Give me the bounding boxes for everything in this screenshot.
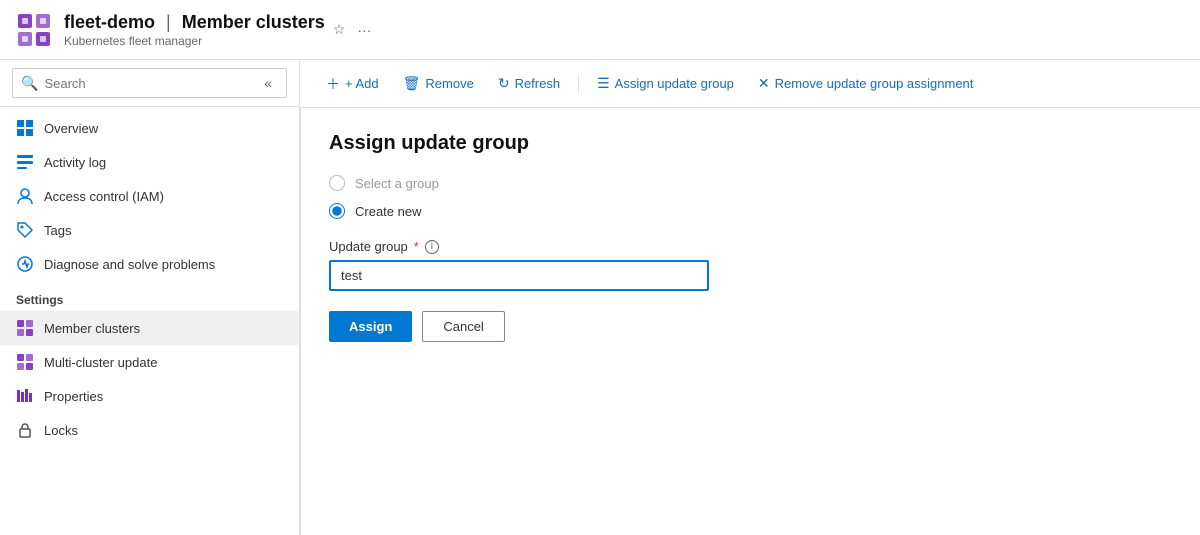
refresh-button[interactable]: ↻ Refresh: [488, 70, 570, 97]
header-subtitle: Kubernetes fleet manager: [64, 34, 325, 48]
sidebar: 🔍 « Overview Activity log: [0, 60, 300, 535]
favorite-icon[interactable]: ☆: [333, 21, 346, 38]
refresh-icon: ↻: [498, 75, 510, 92]
remove-assignment-icon: ✕: [758, 75, 770, 92]
sidebar-item-label-member-clusters: Member clusters: [44, 321, 140, 336]
cancel-button[interactable]: Cancel: [422, 311, 504, 342]
assign-update-icon: ☰: [597, 75, 610, 92]
create-new-radio[interactable]: [329, 203, 345, 219]
more-icon[interactable]: ···: [357, 22, 371, 38]
required-indicator: *: [414, 239, 419, 254]
sidebar-item-label-access-control: Access control (IAM): [44, 189, 164, 204]
update-group-field: Update group * i: [329, 239, 1172, 291]
sidebar-item-label-activity-log: Activity log: [44, 155, 106, 170]
sidebar-item-activity-log[interactable]: Activity log: [0, 145, 299, 179]
diagnose-icon: [16, 255, 34, 273]
create-new-label: Create new: [355, 204, 421, 219]
refresh-label: Refresh: [515, 76, 561, 91]
sidebar-nav: Overview Activity log Access control (IA…: [0, 107, 299, 451]
remove-label: Remove: [425, 76, 473, 91]
assign-update-group-button[interactable]: ☰ Assign update group: [587, 70, 744, 97]
sidebar-search-area: 🔍 «: [0, 60, 299, 107]
sidebar-item-member-clusters[interactable]: Member clusters: [0, 311, 299, 345]
remove-button[interactable]: 🗑 Remove: [393, 70, 484, 97]
sidebar-item-access-control[interactable]: Access control (IAM): [0, 179, 299, 213]
remove-assignment-label: Remove update group assignment: [775, 76, 974, 91]
select-group-option[interactable]: Select a group: [329, 175, 1172, 191]
sidebar-item-label-properties: Properties: [44, 389, 103, 404]
activity-log-icon: [16, 153, 34, 171]
add-button[interactable]: ＋ + Add: [316, 69, 389, 99]
select-group-radio[interactable]: [329, 175, 345, 191]
assign-update-group-label: Assign update group: [615, 76, 734, 91]
access-control-icon: [16, 187, 34, 205]
app-name: fleet-demo: [64, 12, 155, 32]
search-icon: 🔍: [21, 75, 38, 92]
app-header: fleet-demo | Member clusters Kubernetes …: [0, 0, 1200, 60]
add-icon: ＋: [326, 74, 340, 94]
sidebar-item-diagnose[interactable]: Diagnose and solve problems: [0, 247, 299, 281]
toolbar-separator: [578, 74, 579, 94]
main-layout: 🔍 « Overview Activity log: [0, 60, 1200, 535]
properties-icon: [16, 387, 34, 405]
content-area: ＋ + Add 🗑 Remove ↻ Refresh ☰ Assign upda…: [300, 60, 1200, 535]
select-group-label: Select a group: [355, 176, 439, 191]
sidebar-item-label-diagnose: Diagnose and solve problems: [44, 257, 215, 272]
tags-icon: [16, 221, 34, 239]
header-separator: |: [166, 12, 171, 32]
info-icon[interactable]: i: [425, 240, 439, 254]
settings-section-header: Settings: [0, 281, 299, 311]
panel-overlay: Assign update group Select a group Creat…: [300, 108, 1200, 535]
sidebar-item-properties[interactable]: Properties: [0, 379, 299, 413]
page-name: Member clusters: [182, 12, 325, 32]
assign-button[interactable]: Assign: [329, 311, 412, 342]
header-icons: ☆ ···: [333, 21, 372, 38]
action-buttons: Assign Cancel: [329, 311, 1172, 342]
assign-panel: Assign update group Select a group Creat…: [300, 108, 1200, 535]
remove-assignment-button[interactable]: ✕ Remove update group assignment: [748, 70, 983, 97]
app-logo: [16, 12, 52, 48]
sidebar-item-label-locks: Locks: [44, 423, 78, 438]
overview-icon: [16, 119, 34, 137]
sidebar-item-label-tags: Tags: [44, 223, 71, 238]
create-new-option[interactable]: Create new: [329, 203, 1172, 219]
sidebar-item-tags[interactable]: Tags: [0, 213, 299, 247]
update-group-input[interactable]: [329, 260, 709, 291]
trash-icon: 🗑: [403, 75, 421, 92]
locks-icon: [16, 421, 34, 439]
sidebar-item-locks[interactable]: Locks: [0, 413, 299, 447]
add-label: + Add: [345, 76, 379, 91]
header-title-main: fleet-demo | Member clusters: [64, 12, 325, 33]
search-box: 🔍 «: [12, 68, 287, 98]
sidebar-item-multi-cluster-update[interactable]: Multi-cluster update: [0, 345, 299, 379]
sidebar-item-label-overview: Overview: [44, 121, 98, 136]
radio-group: Select a group Create new: [329, 175, 1172, 219]
collapse-button[interactable]: «: [258, 73, 278, 93]
multi-cluster-icon: [16, 353, 34, 371]
sidebar-item-label-multi-cluster: Multi-cluster update: [44, 355, 157, 370]
sidebar-item-overview[interactable]: Overview: [0, 111, 299, 145]
panel-title: Assign update group: [329, 132, 1172, 155]
update-group-label-text: Update group: [329, 239, 408, 254]
toolbar: ＋ + Add 🗑 Remove ↻ Refresh ☰ Assign upda…: [300, 60, 1200, 108]
header-title-group: fleet-demo | Member clusters Kubernetes …: [64, 12, 325, 48]
search-input[interactable]: [44, 76, 258, 91]
member-clusters-icon: [16, 319, 34, 337]
update-group-label: Update group * i: [329, 239, 1172, 254]
